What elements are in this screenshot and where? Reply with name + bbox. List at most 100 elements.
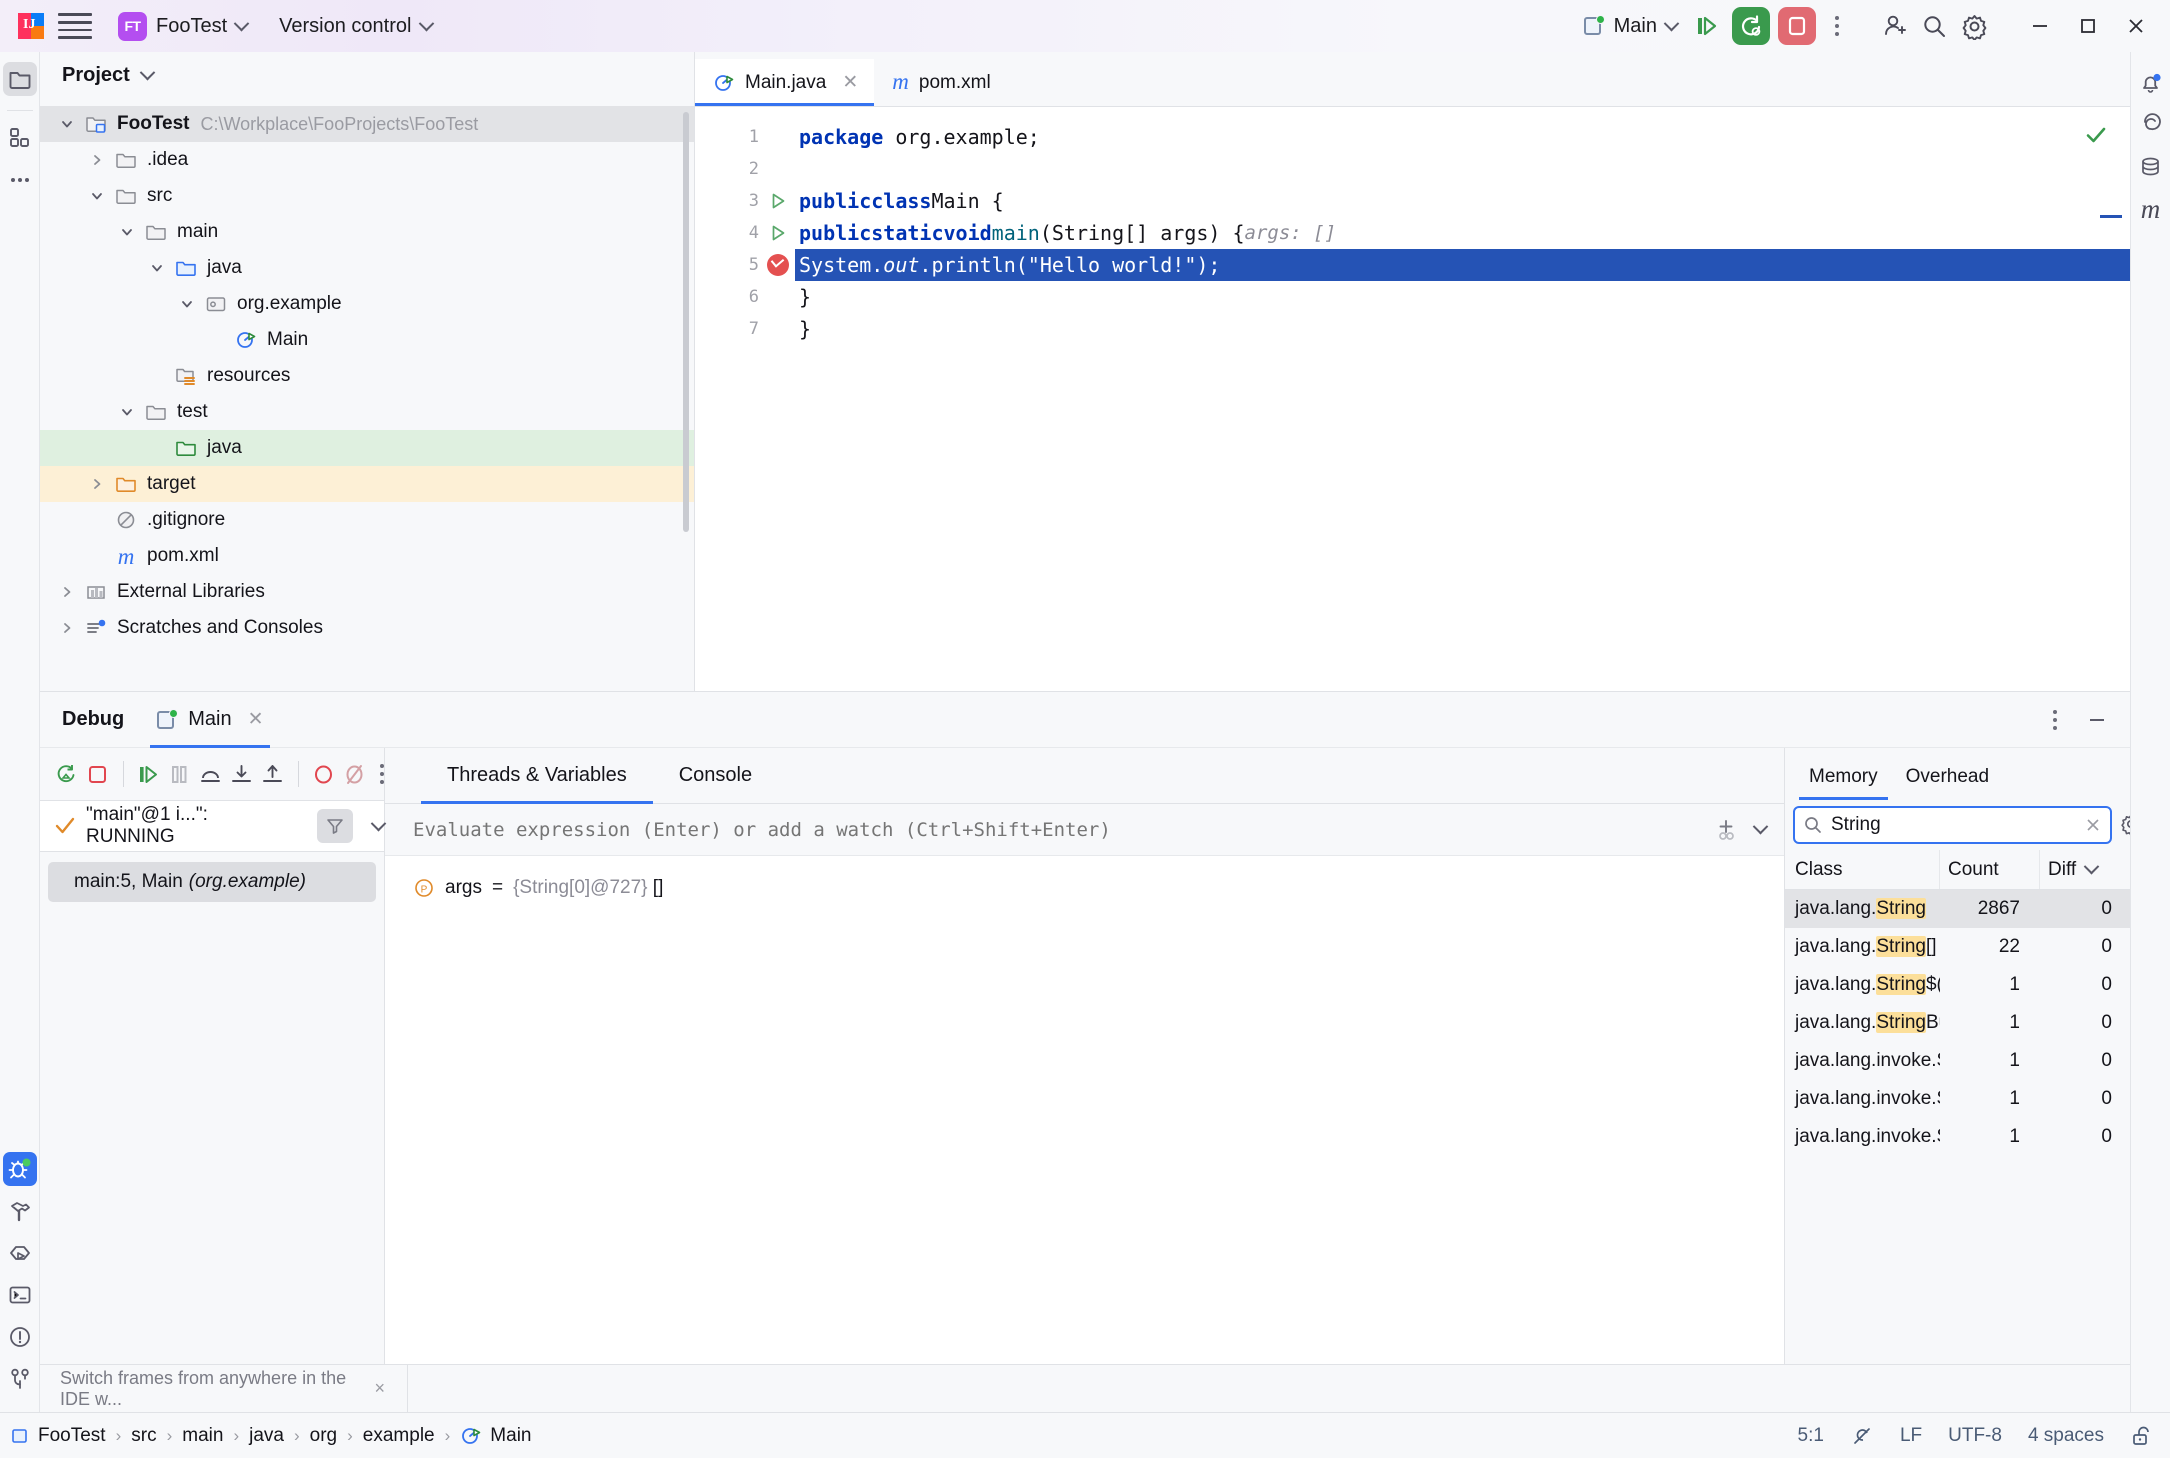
indent-setting[interactable]: 4 spaces [2028,1425,2104,1447]
memory-row[interactable]: java.lang.invoke.S 1 0 [1785,1118,2130,1156]
sidebar-item-structure[interactable] [3,121,37,155]
editor-code[interactable]: package org.example; public class Main {… [795,107,2130,691]
hide-tool-window-button[interactable] [2080,703,2114,737]
tree-node-main[interactable]: main [40,214,694,250]
breadcrumb-java[interactable]: java [249,1425,284,1447]
sidebar-item-version-control[interactable] [3,1362,37,1396]
sidebar-item-debug[interactable] [2,1152,37,1186]
run-configuration-selector[interactable]: Main [1574,10,1686,43]
stack-frame-row[interactable]: main:5, Main (org.example) [48,862,376,902]
resume-program-button[interactable] [1686,8,1726,44]
chevron-down-icon[interactable] [139,64,156,80]
tab-threads-variables[interactable]: Threads & Variables [421,748,653,804]
memory-search-input[interactable] [1831,814,2076,836]
debug-session-tab[interactable]: Main ✕ [150,692,270,748]
tree-node-target[interactable]: target [40,466,694,502]
search-icon[interactable] [1914,8,1954,44]
editor-tab-main-java[interactable]: Main.java ✕ [695,59,875,106]
step-out-icon[interactable] [260,757,285,791]
gear-icon[interactable] [1954,8,1994,44]
rerun-debug-icon[interactable] [54,757,79,791]
column-count[interactable]: Count [1940,850,2040,889]
more-actions-icon[interactable] [2040,702,2070,738]
breadcrumb-example[interactable]: example [363,1425,435,1447]
ai-assistant-icon[interactable] [2134,108,2168,142]
line-separator[interactable]: LF [1900,1425,1922,1447]
sidebar-item-run[interactable] [3,1236,37,1270]
tree-node--idea[interactable]: .idea [40,142,694,178]
tab-overhead[interactable]: Overhead [1892,753,2003,800]
chevron-right-icon[interactable] [52,621,82,635]
tab-console[interactable]: Console [653,748,778,804]
gutter-line-5[interactable]: 5 [695,249,795,281]
no-problems-icon[interactable] [2084,123,2108,147]
chevron-right-icon[interactable] [82,153,112,167]
close-icon[interactable]: × [374,1378,385,1399]
breadcrumb[interactable]: FooTest › src › main › java › org › example › Main [10,1425,531,1447]
tree-node-external-libraries[interactable]: External Libraries [40,574,694,610]
pause-program-icon[interactable] [167,757,192,791]
chevron-down-icon[interactable] [142,261,172,275]
close-icon[interactable] [2084,816,2102,834]
resume-program-icon[interactable] [136,757,161,791]
tree-node-main[interactable]: Main [40,322,694,358]
more-actions-icon[interactable] [379,756,384,792]
frames-list[interactable]: main:5, Main (org.example) [40,852,384,1364]
more-actions-icon[interactable] [1822,8,1852,44]
project-scrollbar[interactable] [683,112,689,532]
tree-node-pom-xml[interactable]: m pom.xml [40,538,694,574]
breadcrumb-main[interactable]: main [182,1425,223,1447]
tree-node-footest[interactable]: FooTest C:\Workplace\FooProjects\FooTest [40,106,694,142]
chevron-right-icon[interactable] [52,585,82,599]
tree-node-org-example[interactable]: org.example [40,286,694,322]
step-over-icon[interactable] [198,757,223,791]
memory-row[interactable]: java.lang.StringBu 1 0 [1785,1004,2130,1042]
sidebar-item-more[interactable] [3,163,37,197]
memory-row[interactable]: java.lang.String[] 22 0 [1785,928,2130,966]
chevron-down-icon[interactable] [52,117,82,131]
memory-table-rows[interactable]: java.lang.String 2867 0 java.lang.String[] 2… [1785,890,2130,1364]
chevron-down-icon[interactable] [112,405,142,419]
breakpoint-icon[interactable] [767,254,789,276]
add-watch-icon[interactable] [1713,817,1739,843]
filter-icon[interactable] [317,809,354,843]
sidebar-item-build[interactable] [3,1194,37,1228]
database-icon[interactable] [2134,150,2168,184]
chevron-down-icon[interactable] [1752,818,1769,835]
gutter-marker[interactable] [765,191,791,211]
mute-breakpoints-icon[interactable] [342,757,367,791]
breadcrumb-org[interactable]: org [310,1425,337,1447]
memory-search-box[interactable] [1793,806,2112,844]
gutter-line-4[interactable]: 4 [695,217,795,249]
sidebar-item-problems[interactable] [3,1320,37,1354]
variable-row[interactable]: Pargs = {String[0]@727} [] [385,868,1784,908]
close-icon[interactable] [2112,6,2160,46]
sidebar-item-project[interactable] [2,62,37,96]
breakpoints-icon[interactable] [311,757,336,791]
tree-node-scratches-and-consoles[interactable]: Scratches and Consoles [40,610,694,646]
encoding[interactable]: UTF-8 [1948,1425,2002,1447]
memory-row[interactable]: java.lang.invoke.S 1 0 [1785,1080,2130,1118]
chevron-down-icon[interactable] [112,225,142,239]
breadcrumb-main[interactable]: Main [460,1425,531,1447]
gutter-line-6[interactable]: 6 [695,281,795,313]
tree-node-test[interactable]: test [40,394,694,430]
maximize-icon[interactable] [2064,6,2112,46]
tree-node-java[interactable]: java [40,250,694,286]
editor-gutter[interactable]: 1 2 3 4 5 6 7 [695,107,795,691]
unlock-icon[interactable] [2130,1424,2154,1448]
tree-node-java[interactable]: java [40,430,694,466]
code-area[interactable]: 1 2 3 4 5 6 7 package org.example; public clas… [695,107,2130,691]
column-diff[interactable]: Diff [2040,850,2130,889]
tree-node-resources[interactable]: resources [40,358,694,394]
chevron-right-icon[interactable] [82,477,112,491]
memory-row[interactable]: java.lang.invoke.S 1 0 [1785,1042,2130,1080]
notifications-icon[interactable] [2134,66,2168,100]
editor-tab-pom-xml[interactable]: m pom.xml [874,59,1006,106]
tree-node--gitignore[interactable]: .gitignore [40,502,694,538]
memory-row[interactable]: java.lang.String$(1 0 [1785,966,2130,1004]
breadcrumb-src[interactable]: src [131,1425,156,1447]
chevron-down-icon[interactable] [370,815,387,831]
evaluate-expression-input[interactable] [413,818,1695,841]
maven-m-icon[interactable]: m [2134,192,2168,226]
